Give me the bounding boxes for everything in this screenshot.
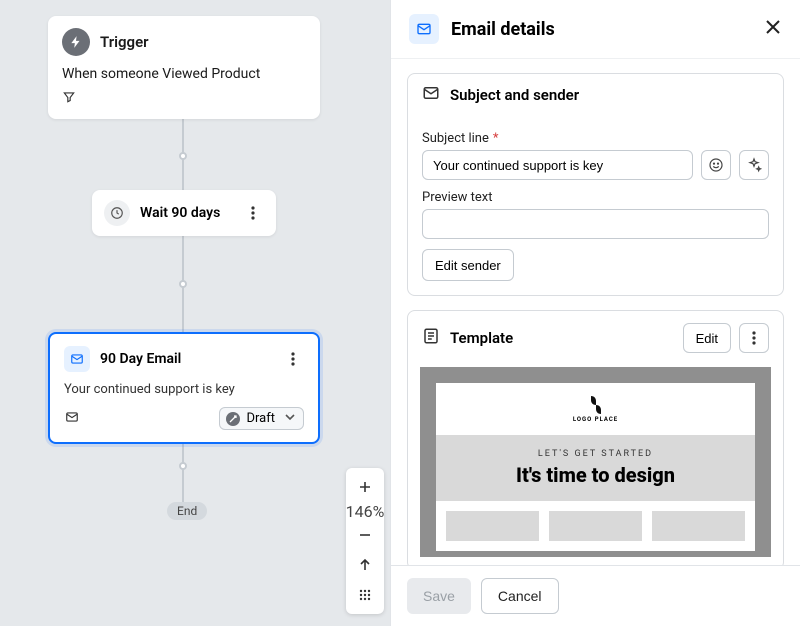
connector-dot bbox=[179, 462, 187, 470]
wait-card[interactable]: Wait 90 days bbox=[92, 190, 276, 236]
filter-icon[interactable] bbox=[62, 90, 306, 107]
subject-line-label: Subject line* bbox=[422, 131, 769, 146]
template-section: Template Edit LOGO PLACE LET'S GET STAR bbox=[407, 310, 784, 565]
template-icon bbox=[422, 327, 440, 349]
email-node-subject: Your continued support is key bbox=[64, 382, 304, 397]
template-more-button[interactable] bbox=[739, 323, 769, 353]
template-col-placeholder bbox=[446, 511, 539, 541]
trigger-description: When someone Viewed Product bbox=[62, 66, 306, 82]
wait-more-button[interactable] bbox=[242, 202, 264, 224]
email-details-panel: Email details Subject and sender Subject… bbox=[390, 0, 800, 626]
canvas-controls: 146% bbox=[346, 468, 384, 614]
flow-canvas[interactable]: Trigger When someone Viewed Product Wait… bbox=[0, 0, 390, 626]
status-label: Draft bbox=[246, 411, 275, 426]
section-title: Subject and sender bbox=[450, 86, 769, 104]
template-preview[interactable]: LOGO PLACE LET'S GET STARTED It's time t… bbox=[420, 367, 771, 557]
connector-dot bbox=[179, 152, 187, 160]
email-node-more-button[interactable] bbox=[282, 348, 304, 370]
email-node-card[interactable]: 90 Day Email Your continued support is k… bbox=[48, 332, 320, 444]
wait-label: Wait 90 days bbox=[140, 205, 232, 221]
status-dropdown[interactable]: Draft bbox=[219, 407, 304, 430]
trigger-title: Trigger bbox=[100, 33, 149, 51]
edit-template-button[interactable]: Edit bbox=[683, 323, 731, 353]
template-headline: It's time to design bbox=[446, 463, 745, 487]
bolt-icon bbox=[62, 28, 90, 56]
subject-sender-section: Subject and sender Subject line* Preview… bbox=[407, 73, 784, 296]
connector-dot bbox=[179, 280, 187, 288]
mail-outline-icon bbox=[422, 84, 440, 106]
save-button[interactable]: Save bbox=[407, 578, 471, 614]
logo-placeholder: LOGO PLACE bbox=[573, 396, 618, 423]
trigger-card[interactable]: Trigger When someone Viewed Product bbox=[48, 16, 320, 119]
zoom-level: 146% bbox=[346, 502, 384, 520]
cancel-button[interactable]: Cancel bbox=[481, 578, 559, 614]
email-node-title: 90 Day Email bbox=[100, 351, 272, 367]
reset-view-button[interactable] bbox=[346, 550, 384, 580]
end-node: End bbox=[167, 502, 207, 520]
preview-text-label: Preview text bbox=[422, 190, 769, 205]
connector-line bbox=[182, 438, 184, 502]
preview-text-input[interactable] bbox=[422, 209, 769, 239]
panel-footer: Save Cancel bbox=[391, 565, 800, 626]
zoom-in-button[interactable] bbox=[346, 472, 384, 502]
section-title: Template bbox=[450, 329, 673, 347]
panel-title: Email details bbox=[451, 19, 752, 40]
draft-status-icon bbox=[226, 412, 240, 426]
template-kicker: LET'S GET STARTED bbox=[446, 449, 745, 459]
zoom-out-button[interactable] bbox=[346, 520, 384, 550]
mail-outline-icon bbox=[64, 409, 80, 428]
emoji-picker-button[interactable] bbox=[701, 150, 731, 180]
template-col-placeholder bbox=[549, 511, 642, 541]
grid-toggle-button[interactable] bbox=[346, 580, 384, 610]
ai-suggest-button[interactable] bbox=[739, 150, 769, 180]
mail-icon bbox=[64, 346, 90, 372]
template-col-placeholder bbox=[652, 511, 745, 541]
edit-sender-button[interactable]: Edit sender bbox=[422, 249, 514, 281]
chevron-down-icon bbox=[285, 411, 295, 426]
clock-icon bbox=[104, 200, 130, 226]
close-button[interactable] bbox=[764, 18, 782, 40]
subject-line-input[interactable] bbox=[422, 150, 693, 180]
mail-icon bbox=[409, 14, 439, 44]
